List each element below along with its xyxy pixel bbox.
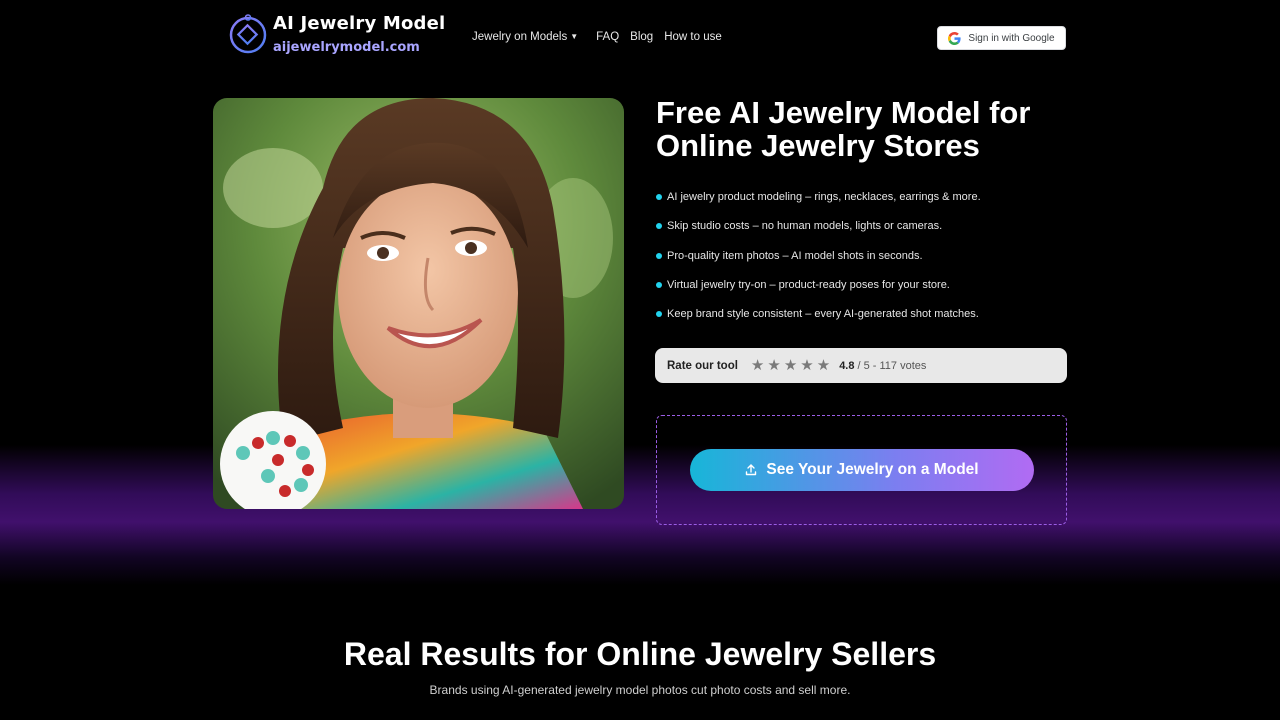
star-icon-1[interactable]: ★ <box>751 358 764 373</box>
hero-title: Free AI Jewelry Model for Online Jewelry… <box>656 95 1031 163</box>
bullet-dot-icon <box>656 223 662 230</box>
cta-label: See Your Jewelry on a Model <box>766 461 979 478</box>
sign-in-google-button[interactable]: Sign in with Google <box>937 26 1066 50</box>
nav-how-to-use[interactable]: How to use <box>664 31 722 43</box>
star-icon-4[interactable]: ★ <box>800 358 813 373</box>
caret-down-icon: ▼ <box>570 32 579 41</box>
star-icon-5[interactable]: ★ <box>817 358 830 373</box>
feature-item: Skip studio costs – no human models, lig… <box>656 217 981 235</box>
results-section-title: Real Results for Online Jewelry Sellers <box>343 636 937 672</box>
results-section-subtitle: Brands using AI-generated jewelry model … <box>429 683 851 697</box>
feature-text: Skip studio costs – no human models, lig… <box>667 220 943 233</box>
hero-model-image <box>213 98 624 509</box>
logo-domain: aijewelrymodel.com <box>273 39 420 55</box>
bullet-dot-icon <box>656 311 662 318</box>
see-jewelry-on-model-button[interactable]: See Your Jewelry on a Model <box>690 449 1034 491</box>
upload-icon <box>746 464 757 476</box>
ring-logo-icon <box>229 14 267 54</box>
woman-portrait-with-bracelet-image <box>213 98 624 509</box>
upload-dropzone[interactable]: See Your Jewelry on a Model <box>656 415 1067 525</box>
feature-item: Virtual jewelry try-on – product-ready p… <box>656 276 981 294</box>
feature-text: Virtual jewelry try-on – product-ready p… <box>667 278 950 291</box>
rating-label: Rate our tool <box>667 359 738 372</box>
star-icon-3[interactable]: ★ <box>784 358 797 373</box>
nav-faq[interactable]: FAQ <box>596 31 619 43</box>
feature-item: AI jewelry product modeling – rings, nec… <box>656 188 981 206</box>
main-nav: Jewelry on Models ▼ FAQ Blog How to use <box>472 31 733 43</box>
site-header: AI Jewelry Model aijewelrymodel.com Jewe… <box>0 0 1280 78</box>
feature-item: Pro-quality item photos – AI model shots… <box>656 247 981 265</box>
feature-text: Pro-quality item photos – AI model shots… <box>667 249 923 262</box>
rating-stars: ★ ★ ★ ★ ★ <box>751 358 830 373</box>
bullet-dot-icon <box>656 194 662 200</box>
star-icon-2[interactable]: ★ <box>767 358 780 373</box>
rating-votes: / 5 - 117 votes <box>857 359 927 372</box>
sign-in-label: Sign in with Google <box>968 32 1055 44</box>
bullet-dot-icon <box>656 281 662 288</box>
nav-blog[interactable]: Blog <box>630 31 653 43</box>
nav-jewelry-on-models[interactable]: Jewelry on Models ▼ <box>472 31 578 43</box>
rating-widget: Rate our tool ★ ★ ★ ★ ★ 4.8 / 5 - 117 vo… <box>655 348 1067 383</box>
feature-text: AI jewelry product modeling – rings, nec… <box>667 191 981 203</box>
feature-text: Keep brand style consistent – every AI-g… <box>667 308 979 321</box>
feature-list: AI jewelry product modeling – rings, nec… <box>656 188 981 334</box>
logo-title: AI Jewelry Model <box>273 12 446 34</box>
bullet-dot-icon <box>656 252 662 259</box>
purple-glow-band <box>0 445 1280 585</box>
nav-jewelry-on-models-label: Jewelry on Models <box>472 31 568 43</box>
rating-score: 4.8 <box>839 359 855 372</box>
google-icon <box>948 31 961 45</box>
site-logo[interactable]: AI Jewelry Model aijewelrymodel.com <box>229 14 445 54</box>
feature-item: Keep brand style consistent – every AI-g… <box>656 305 981 323</box>
